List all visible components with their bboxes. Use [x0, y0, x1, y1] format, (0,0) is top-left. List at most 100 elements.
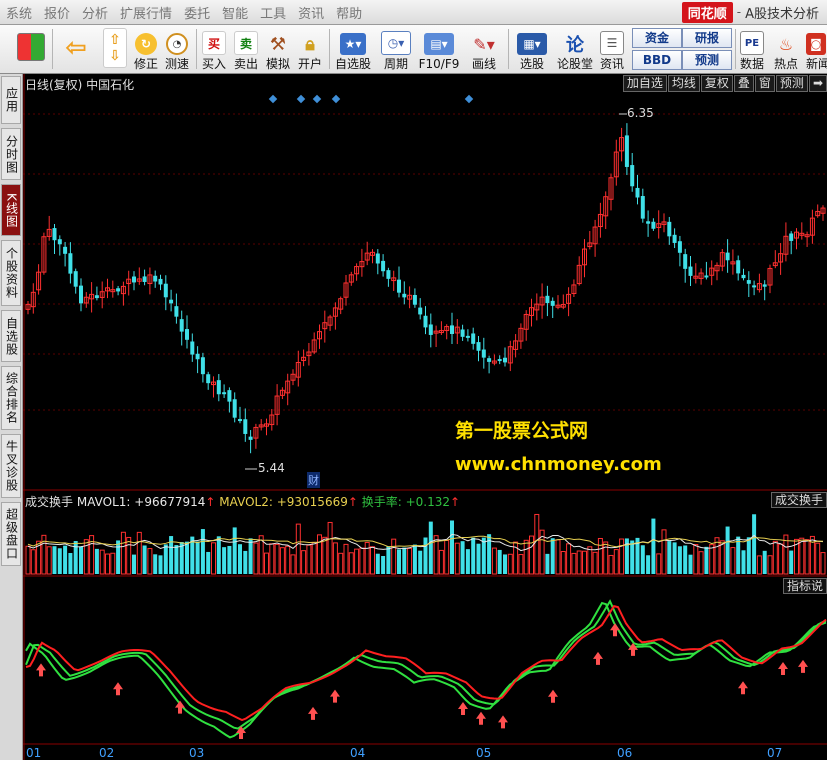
correct-button[interactable]: ↻ 修正	[132, 27, 160, 71]
back-button[interactable]: ⇦	[60, 27, 92, 71]
sidebar-tab-intraday[interactable]: 分时图	[1, 128, 21, 180]
volume-bar	[120, 531, 126, 575]
menu-help[interactable]: 帮助	[330, 3, 368, 22]
volume-bar	[613, 549, 619, 575]
sidebar-tab-ranking[interactable]: 综合排名	[1, 366, 21, 430]
event-diamond-icon[interactable]	[331, 94, 341, 104]
volume-bar	[438, 549, 444, 575]
chart-area[interactable]: 日线(复权) 中国石化 加自选 均线 复权 叠 窗 预测 ➡ 6.35 5.44…	[23, 74, 827, 760]
volume-bar	[354, 548, 360, 575]
add-watchlist-button[interactable]: 加自选	[622, 75, 667, 92]
volume-bar	[550, 538, 555, 574]
event-diamond-icon[interactable]	[312, 94, 322, 104]
sidebar-tab-kline[interactable]: K线图	[1, 184, 21, 236]
menu-quote[interactable]: 报价	[38, 3, 76, 22]
toolbar: ⇦ ⇧ ⇩ ↻ 修正 ◔ 测速 买 买入 卖 卖出 ⚒ 模拟 🔒︎ 开户 ★▾ 自…	[0, 25, 827, 74]
volume-bar	[646, 555, 651, 574]
window-button[interactable]: 窗	[754, 75, 775, 92]
simulate-button[interactable]: ⚒ 模拟	[264, 27, 292, 72]
kline-chart-canvas[interactable]	[23, 74, 827, 760]
select-stock-button[interactable]: ▦▾ 选股	[512, 27, 552, 71]
event-diamond-icon[interactable]	[268, 94, 278, 104]
moving-average-button[interactable]: 均线	[667, 75, 700, 92]
forecast-button[interactable]: 预测	[682, 50, 732, 70]
event-diamond-icon[interactable]	[464, 94, 474, 104]
page-up-down-button[interactable]: ⇧ ⇩	[102, 27, 128, 71]
sidebar-tab-apps[interactable]: 应用	[1, 76, 21, 124]
event-markers	[23, 92, 827, 106]
volume-indicator-button[interactable]: 成交换手	[770, 492, 827, 508]
volume-bar	[391, 538, 397, 575]
financial-report-badge[interactable]: 财	[307, 472, 320, 488]
candle-body	[683, 254, 688, 269]
sidebar-tab-watchlist[interactable]: 自选股	[1, 310, 21, 362]
watermark-url: www.chnmoney.com	[455, 454, 662, 475]
candle-body	[762, 284, 767, 287]
adjust-button[interactable]: 复权	[700, 75, 733, 92]
buy-arrow-icon	[308, 706, 318, 720]
candle-body	[94, 295, 99, 299]
layout-button[interactable]	[16, 27, 46, 71]
volume-bar	[730, 547, 736, 575]
watchlist-button[interactable]: ★▾ 自选股	[332, 27, 374, 71]
sell-button[interactable]: 卖 卖出	[232, 27, 260, 71]
candle-body	[746, 280, 751, 284]
news-button[interactable]: ☰ 资讯	[598, 27, 626, 71]
volume-bar	[375, 553, 380, 574]
volume-bar	[200, 529, 205, 574]
bbd-button[interactable]: BBD	[632, 50, 682, 70]
fund-button[interactable]: 资金	[632, 28, 682, 48]
arrow-right-icon[interactable]: ➡	[808, 75, 827, 92]
candle-body	[163, 283, 168, 298]
menu-order[interactable]: 委托	[178, 3, 216, 22]
research-report-button[interactable]: 研报	[682, 28, 732, 48]
volume-bar	[211, 542, 216, 575]
watermark-title: 第一股票公式网	[455, 420, 589, 442]
buy-arrow-icon	[798, 659, 808, 673]
period-button[interactable]: ◷▾ 周期	[378, 27, 414, 71]
event-diamond-icon[interactable]	[296, 94, 306, 104]
candle-body	[651, 221, 656, 229]
sidebar-tab-super-level2[interactable]: 超级盘口	[1, 502, 21, 566]
menu-analysis[interactable]: 分析	[76, 3, 114, 22]
menu-system[interactable]: 系统	[0, 3, 38, 22]
speed-test-button[interactable]: ◔ 测速	[163, 27, 191, 71]
sidebar-tab-stock-profile[interactable]: 个股资料	[1, 240, 21, 306]
month-tick: 05	[476, 746, 492, 760]
candle-body	[375, 253, 380, 264]
news-center-button[interactable]: ◙ 新闻	[806, 27, 827, 71]
volume-bar	[269, 543, 275, 575]
menu-smart[interactable]: 智能	[216, 3, 254, 22]
candle-body	[624, 135, 629, 167]
volume-bar	[582, 550, 587, 575]
predict-button[interactable]: 预测	[775, 75, 808, 92]
volume-bar	[820, 552, 826, 575]
draw-line-button[interactable]: ✎▾ 画线	[466, 27, 502, 72]
open-account-button[interactable]: 🔒︎ 开户	[296, 27, 324, 72]
f10-button[interactable]: ▤▾ F10/F9	[418, 27, 460, 71]
data-button[interactable]: PE 数据	[738, 27, 766, 71]
volume-bar	[116, 540, 121, 574]
volume-bar	[503, 554, 507, 574]
indicator-help-button[interactable]: 指标说	[782, 578, 827, 594]
menu-extended-quote[interactable]: 扩展行情	[114, 3, 178, 22]
hot-button[interactable]: ♨ 热点	[772, 27, 800, 72]
turnover-value: 换手率: +0.132	[361, 495, 451, 509]
buy-button[interactable]: 买 买入	[200, 27, 228, 71]
volume-bar	[476, 543, 481, 574]
volume-legend: 成交换手 MAVOL1: +96677914↑ MAVOL2: +9301566…	[25, 493, 460, 510]
candle-body	[503, 357, 507, 363]
menu-tools[interactable]: 工具	[254, 3, 292, 22]
sidebar-tab-label: K线图	[4, 192, 19, 228]
candle-body	[423, 315, 428, 328]
forum-button[interactable]: 论 论股堂	[556, 27, 594, 71]
volume-bar	[741, 550, 746, 574]
candle-body	[688, 266, 693, 276]
candle-body	[450, 325, 454, 334]
volume-bar	[560, 551, 566, 575]
candle-body	[238, 419, 242, 422]
sidebar-tab-diagnosis[interactable]: 牛叉诊股	[1, 434, 21, 498]
menu-news[interactable]: 资讯	[292, 3, 330, 22]
menu-bar: 系统 报价 分析 扩展行情 委托 智能 工具 资讯 帮助 同花顺 - A股技术分…	[0, 0, 827, 25]
overlay-button[interactable]: 叠	[733, 75, 754, 92]
